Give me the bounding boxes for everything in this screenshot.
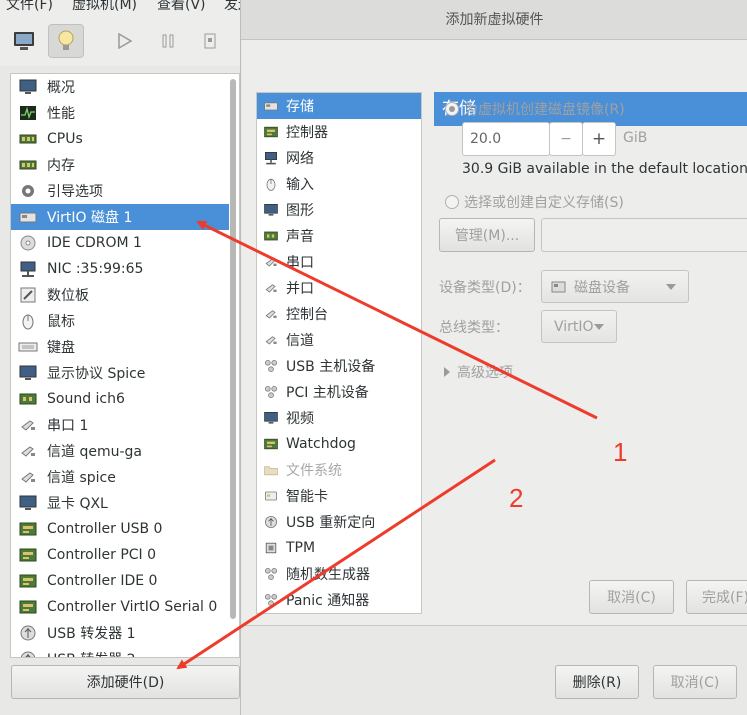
annotation-label-2: 2	[509, 483, 523, 513]
annotation-overlay: 1 2	[176, 220, 627, 670]
annotation-label-1: 1	[613, 437, 627, 467]
annotation-arrow-2	[176, 458, 496, 670]
annotation-arrow-1	[196, 220, 598, 420]
